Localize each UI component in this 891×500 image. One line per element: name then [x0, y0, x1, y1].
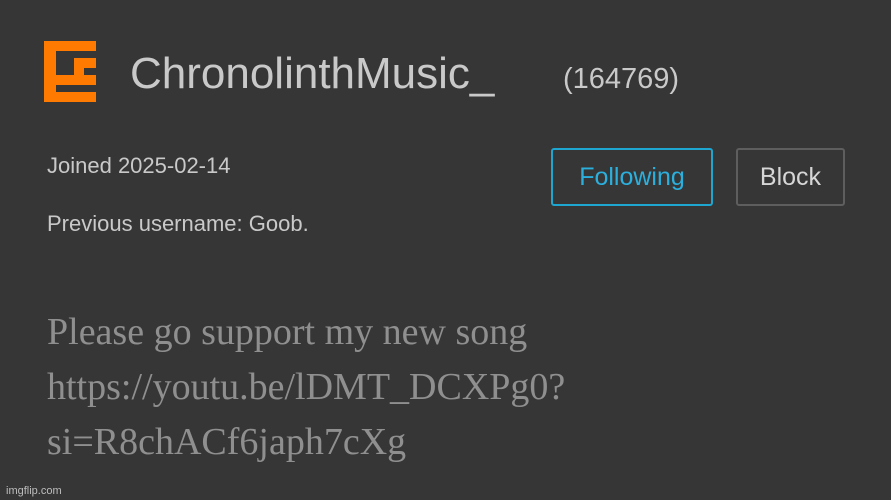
joined-date: Joined 2025-02-14	[47, 153, 231, 178]
profile-username: ChronolinthMusic_	[130, 49, 495, 98]
bio-line: Please go support my new song	[47, 311, 528, 353]
block-button[interactable]: Block	[736, 148, 845, 206]
bio-link[interactable]: https://youtu.be/lDMT_DCXPg0?	[47, 360, 867, 415]
previous-username: Previous username: Goob.	[47, 211, 309, 236]
profile-logo-icon	[44, 41, 96, 102]
bio-link-continued[interactable]: si=R8chACf6japh7cXg	[47, 415, 867, 470]
watermark: imgflip.com	[6, 485, 62, 497]
profile-user-id: (164769)	[563, 63, 680, 95]
profile-bio: Please go support my new song https://yo…	[47, 305, 867, 470]
following-button[interactable]: Following	[551, 148, 713, 206]
